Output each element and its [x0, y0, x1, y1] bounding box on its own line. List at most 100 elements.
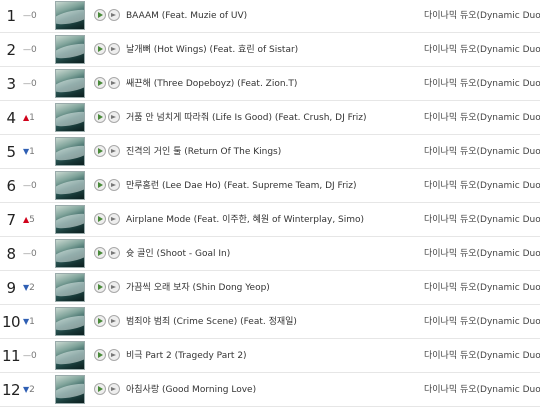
play-icon: [98, 284, 103, 290]
rank-change-value: 1: [29, 113, 35, 123]
track-title[interactable]: 만루홈런 (Lee Dae Ho) (Feat. Supreme Team, D…: [126, 169, 357, 203]
album-cover-art: [56, 74, 84, 96]
artist-name[interactable]: 다이나믹 듀오(Dynamic Duo): [424, 33, 540, 67]
add-to-playlist-button[interactable]: [108, 281, 120, 293]
play-icon: [98, 182, 103, 188]
artist-name[interactable]: 다이나믹 듀오(Dynamic Duo): [424, 373, 540, 407]
add-to-playlist-button[interactable]: [108, 145, 120, 157]
rank-change: —0: [23, 0, 47, 33]
add-to-playlist-button[interactable]: [108, 43, 120, 55]
track-title[interactable]: 슛 골인 (Shoot - Goal In): [126, 237, 230, 271]
album-cover[interactable]: [55, 171, 85, 200]
add-icon: [111, 285, 116, 289]
rank-change-value: 1: [29, 317, 35, 327]
track-row: 2 —0 날개뼈 (Hot Wings) (Feat. 효린 of Sistar) 다…: [0, 33, 540, 67]
add-to-playlist-button[interactable]: [108, 179, 120, 191]
album-cover-art: [56, 312, 84, 334]
play-icon: [98, 46, 103, 52]
track-title[interactable]: 날개뼈 (Hot Wings) (Feat. 효린 of Sistar): [126, 33, 298, 67]
play-button[interactable]: [94, 281, 106, 293]
play-button[interactable]: [94, 145, 106, 157]
play-button[interactable]: [94, 9, 106, 21]
play-button[interactable]: [94, 77, 106, 89]
artist-name[interactable]: 다이나믹 듀오(Dynamic Duo): [424, 0, 540, 33]
artist-name[interactable]: 다이나믹 듀오(Dynamic Duo): [424, 169, 540, 203]
rank-number: 12: [2, 381, 21, 399]
play-button[interactable]: [94, 179, 106, 191]
add-to-playlist-button[interactable]: [108, 77, 120, 89]
album-cover[interactable]: [55, 69, 85, 98]
track-title[interactable]: BAAAM (Feat. Muzie of UV): [126, 0, 247, 33]
dash-icon: —: [23, 79, 31, 88]
track-row: 6 —0 만루홈런 (Lee Dae Ho) (Feat. Supreme Team…: [0, 169, 540, 203]
album-cover-art: [56, 40, 84, 62]
artist-name[interactable]: 다이나믹 듀오(Dynamic Duo): [424, 203, 540, 237]
album-cover-art: [56, 244, 84, 266]
artist-name[interactable]: 다이나믹 듀오(Dynamic Duo): [424, 67, 540, 101]
add-icon: [111, 47, 116, 51]
add-to-playlist-button[interactable]: [108, 247, 120, 259]
play-button[interactable]: [94, 383, 106, 395]
rank-change-value: 0: [31, 351, 37, 361]
artist-name[interactable]: 다이나믹 듀오(Dynamic Duo): [424, 271, 540, 305]
artist-name[interactable]: 다이나믹 듀오(Dynamic Duo): [424, 339, 540, 373]
track-title[interactable]: 거품 안 넘치게 따라줘 (Life Is Good) (Feat. Crush…: [126, 101, 367, 135]
add-to-playlist-button[interactable]: [108, 383, 120, 395]
play-button[interactable]: [94, 43, 106, 55]
album-cover[interactable]: [55, 137, 85, 166]
track-row: 5 ▼1 진격의 거인 툴 (Return Of The Kings) 다이나믹 듀오…: [0, 135, 540, 169]
album-cover[interactable]: [55, 1, 85, 30]
track-row: 7 ▲5 Airplane Mode (Feat. 이주한, 혜원 of Winte…: [0, 203, 540, 237]
track-chart: 1 —0 BAAAM (Feat. Muzie of UV) 다이나믹 듀오(Dyna…: [0, 0, 540, 409]
track-title[interactable]: 아침사랑 (Good Morning Love): [126, 373, 256, 407]
play-button[interactable]: [94, 213, 106, 225]
album-cover-art: [56, 176, 84, 198]
album-cover-art: [56, 210, 84, 232]
artist-name[interactable]: 다이나믹 듀오(Dynamic Duo): [424, 305, 540, 339]
album-cover[interactable]: [55, 307, 85, 336]
track-title[interactable]: Airplane Mode (Feat. 이주한, 혜원 of Winterpl…: [126, 203, 364, 237]
rank-number: 6: [6, 177, 16, 195]
album-cover[interactable]: [55, 35, 85, 64]
rank-change: ▼1: [23, 135, 47, 169]
track-row: 8 —0 슛 골인 (Shoot - Goal In) 다이나믹 듀오(Dynamic…: [0, 237, 540, 271]
artist-name[interactable]: 다이나믹 듀오(Dynamic Duo): [424, 101, 540, 135]
rank-change: —0: [23, 67, 47, 101]
album-cover[interactable]: [55, 273, 85, 302]
album-cover[interactable]: [55, 239, 85, 268]
track-title[interactable]: 범죄야 범죄 (Crime Scene) (Feat. 정재일): [126, 305, 297, 339]
track-title[interactable]: 진격의 거인 툴 (Return Of The Kings): [126, 135, 281, 169]
track-title[interactable]: 비극 Part 2 (Tragedy Part 2): [126, 339, 247, 373]
rank-change-value: 0: [31, 249, 37, 259]
rank-number: 1: [6, 7, 16, 25]
play-icon: [98, 386, 103, 392]
play-icon: [98, 352, 103, 358]
play-button[interactable]: [94, 247, 106, 259]
album-cover[interactable]: [55, 205, 85, 234]
rank-change: ▼1: [23, 305, 47, 339]
rank-number: 8: [6, 245, 16, 263]
rank-change-value: 0: [31, 181, 37, 191]
track-row: 9 ▼2 가끔씩 오래 보자 (Shin Dong Yeop) 다이나믹 듀오(Dyn…: [0, 271, 540, 305]
rank-change: ▼2: [23, 373, 47, 407]
add-to-playlist-button[interactable]: [108, 349, 120, 361]
rank-number: 7: [6, 211, 16, 229]
album-cover-art: [56, 142, 84, 164]
rank-change: —0: [23, 237, 47, 271]
artist-name[interactable]: 다이나믹 듀오(Dynamic Duo): [424, 135, 540, 169]
add-to-playlist-button[interactable]: [108, 111, 120, 123]
track-title[interactable]: 쌔끈해 (Three Dopeboyz) (Feat. Zion.T): [126, 67, 297, 101]
add-to-playlist-button[interactable]: [108, 9, 120, 21]
track-title[interactable]: 가끔씩 오래 보자 (Shin Dong Yeop): [126, 271, 270, 305]
add-icon: [111, 115, 116, 119]
artist-name[interactable]: 다이나믹 듀오(Dynamic Duo): [424, 237, 540, 271]
add-to-playlist-button[interactable]: [108, 315, 120, 327]
album-cover[interactable]: [55, 375, 85, 404]
album-cover[interactable]: [55, 341, 85, 370]
play-button[interactable]: [94, 349, 106, 361]
album-cover[interactable]: [55, 103, 85, 132]
play-button[interactable]: [94, 315, 106, 327]
rank-change: ▼2: [23, 271, 47, 305]
play-button[interactable]: [94, 111, 106, 123]
add-to-playlist-button[interactable]: [108, 213, 120, 225]
